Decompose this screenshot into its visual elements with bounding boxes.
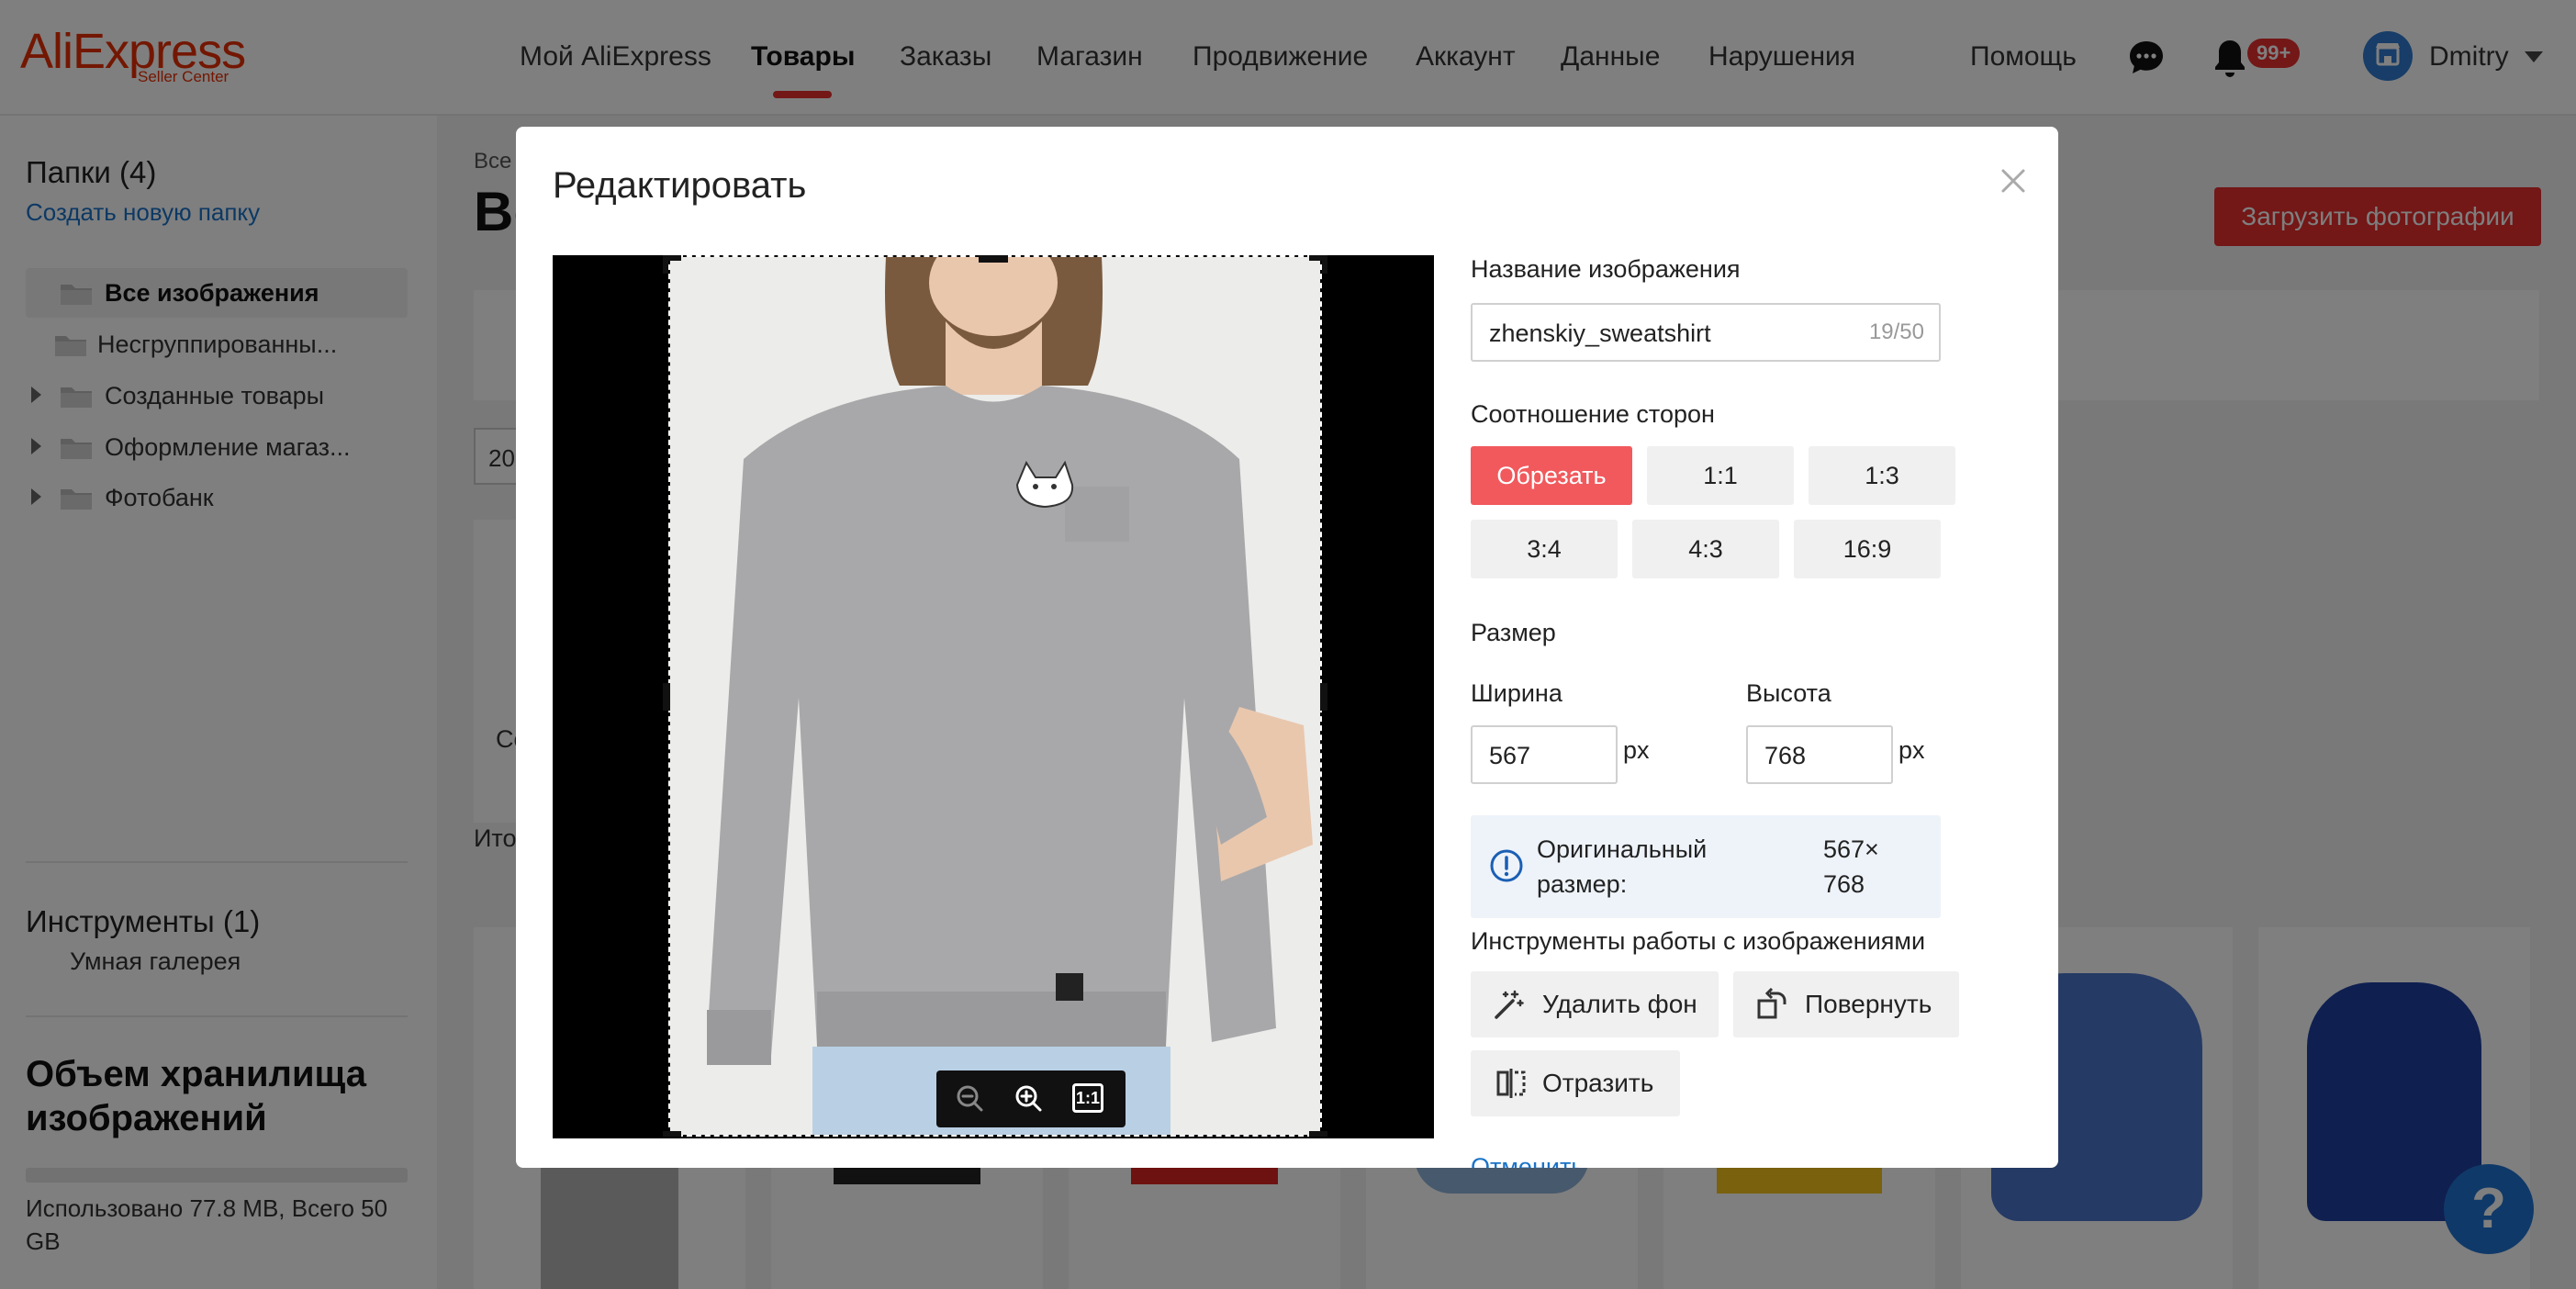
ratio-1-1-button[interactable]: 1:1 <box>1647 446 1794 505</box>
width-unit: px <box>1623 736 1650 764</box>
crop-handle-bottom-right[interactable] <box>1309 1131 1327 1137</box>
info-icon <box>1490 849 1523 882</box>
crop-handle-top-right-v[interactable] <box>1322 255 1327 274</box>
crop-handle-left[interactable] <box>663 683 670 711</box>
width-field[interactable] <box>1471 725 1618 784</box>
width-label: Ширина <box>1471 679 1562 707</box>
close-icon[interactable] <box>1994 162 2033 200</box>
ratio-1-3-button[interactable]: 1:3 <box>1809 446 1955 505</box>
zoom-in-icon[interactable] <box>1014 1083 1045 1115</box>
image-name-field[interactable]: 19/50 <box>1471 303 1941 362</box>
image-name-label: Название изображения <box>1471 255 1741 283</box>
flip-button[interactable]: Отразить <box>1471 1050 1680 1116</box>
remove-background-label: Удалить фон <box>1542 990 1697 1018</box>
height-field[interactable] <box>1746 725 1893 784</box>
ratio-3-4-button[interactable]: 3:4 <box>1471 520 1618 578</box>
ratio-4-3-button[interactable]: 4:3 <box>1632 520 1779 578</box>
rotate-icon <box>1757 988 1786 1019</box>
rotate-label: Повернуть <box>1805 990 1932 1018</box>
crop-handle-top-left-v[interactable] <box>663 255 668 274</box>
width-input[interactable] <box>1487 727 1601 784</box>
image-tools-label: Инструменты работы с изображениями <box>1471 927 1926 955</box>
flip-label: Отразить <box>1542 1069 1654 1097</box>
ratio-16-9-button[interactable]: 16:9 <box>1794 520 1941 578</box>
original-size-label: Оригинальный размер: <box>1537 835 1708 898</box>
size-label: Размер <box>1471 619 1556 646</box>
magic-wand-icon <box>1495 990 1524 1019</box>
zoom-out-icon[interactable] <box>955 1083 986 1115</box>
zoom-reset-button[interactable]: 1:1 <box>1072 1083 1103 1113</box>
original-size-info: Оригинальный размер: 567× 768 <box>1471 815 1941 918</box>
char-counter: 19/50 <box>1868 319 1924 344</box>
image-name-input[interactable] <box>1487 305 1821 362</box>
edit-image-modal: Редактировать 1:1 Название изображения z… <box>516 127 2058 1168</box>
original-size-value: 567× 768 <box>1823 835 1879 898</box>
ratio-crop-button[interactable]: Обрезать <box>1471 446 1632 505</box>
flip-icon <box>1496 1069 1526 1098</box>
height-input[interactable] <box>1763 727 1876 784</box>
modal-title: Редактировать <box>553 165 807 206</box>
rotate-button[interactable]: Повернуть <box>1733 971 1959 1037</box>
crop-handle-bottom-left[interactable] <box>663 1131 681 1137</box>
height-label: Высота <box>1746 679 1831 707</box>
aspect-ratio-label: Соотношение сторон <box>1471 400 1715 428</box>
crop-handle-top[interactable] <box>979 255 1008 263</box>
crop-handle-right[interactable] <box>1320 683 1327 711</box>
zoom-toolbar: 1:1 <box>936 1070 1126 1127</box>
remove-background-button[interactable]: Удалить фон <box>1471 971 1719 1037</box>
height-unit: px <box>1898 736 1925 764</box>
image-crop-canvas[interactable]: 1:1 <box>553 255 1434 1138</box>
cancel-link[interactable]: Отменить <box>1471 1151 1584 1168</box>
crop-frame[interactable] <box>668 255 1322 1137</box>
